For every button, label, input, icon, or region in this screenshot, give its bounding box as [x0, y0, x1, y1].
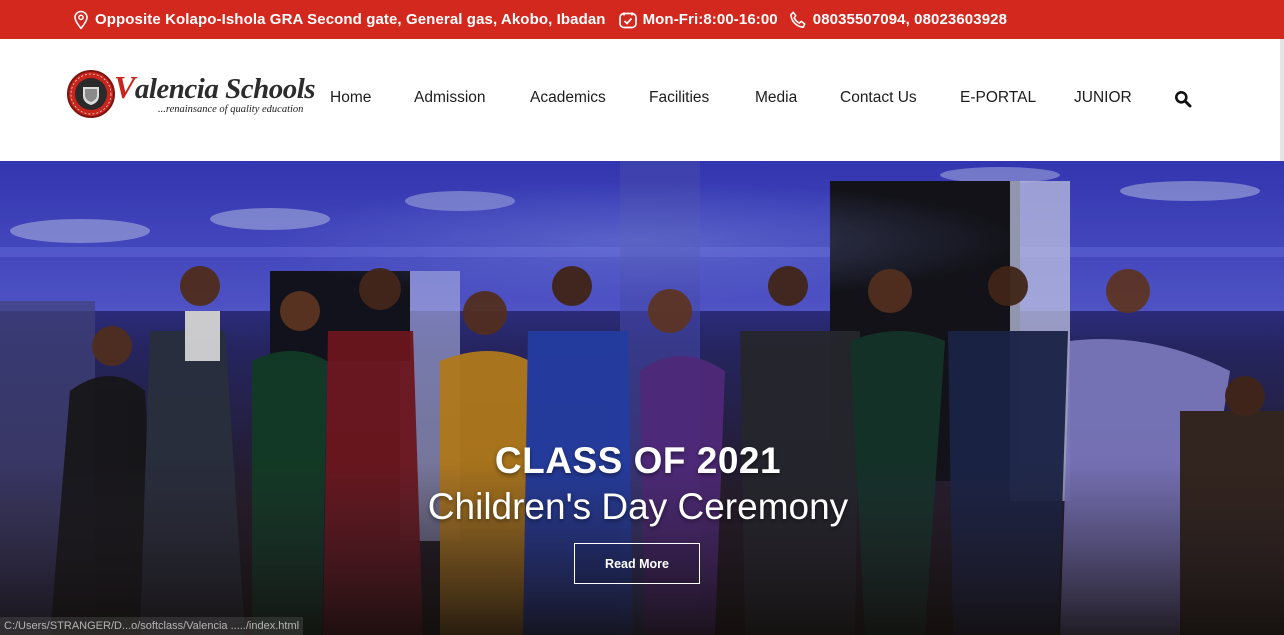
- address-item: Opposite Kolapo-Ishola GRA Second gate, …: [72, 10, 606, 30]
- nav-academics[interactable]: Academics: [530, 89, 606, 107]
- status-bar-url: C:/Users/STRANGER/D...o/softclass/Valenc…: [0, 617, 304, 635]
- clock-icon: [618, 10, 638, 30]
- phone-text: 08035507094, 08023603928: [812, 11, 1008, 28]
- school-crest-icon: [67, 70, 115, 118]
- nav-facilities[interactable]: Facilities: [649, 89, 709, 107]
- scrollbar-edge: [1280, 39, 1284, 161]
- nav-e-portal[interactable]: E-PORTAL: [960, 89, 1036, 107]
- nav-junior[interactable]: JUNIOR: [1074, 89, 1132, 107]
- hero-title: CLASS OF 2021: [494, 440, 782, 481]
- location-pin-icon: [72, 10, 90, 30]
- site-logo[interactable]: Valencia Schools ...renainsance of quali…: [66, 67, 316, 123]
- nav-contact-us[interactable]: Contact Us: [840, 89, 917, 107]
- logo-name-rest: alencia Schools: [134, 73, 316, 105]
- nav-home[interactable]: Home: [330, 89, 371, 107]
- site-header: Valencia Schools ...renainsance of quali…: [0, 39, 1284, 161]
- nav-media[interactable]: Media: [755, 89, 797, 107]
- logo-wordmark: Valencia Schools: [114, 69, 316, 106]
- phone-icon: [788, 10, 808, 30]
- hours-item: Mon-Fri:8:00-16:00: [618, 10, 778, 30]
- address-text: Opposite Kolapo-Ishola GRA Second gate, …: [95, 11, 606, 28]
- top-contact-bar: Opposite Kolapo-Ishola GRA Second gate, …: [0, 0, 1284, 39]
- logo-initial: V: [114, 69, 135, 105]
- search-icon[interactable]: [1174, 90, 1192, 108]
- hero-subtitle: Children's Day Ceremony: [427, 486, 849, 527]
- hero-slider: CLASS OF 2021 Children's Day Ceremony Re…: [0, 161, 1284, 635]
- phone-item: 08035507094, 08023603928: [788, 10, 1007, 30]
- logo-tagline: ...renainsance of quality education: [158, 104, 304, 115]
- nav-admission[interactable]: Admission: [414, 89, 486, 107]
- hours-text: Mon-Fri:8:00-16:00: [642, 11, 778, 28]
- read-more-button[interactable]: Read More: [574, 543, 700, 584]
